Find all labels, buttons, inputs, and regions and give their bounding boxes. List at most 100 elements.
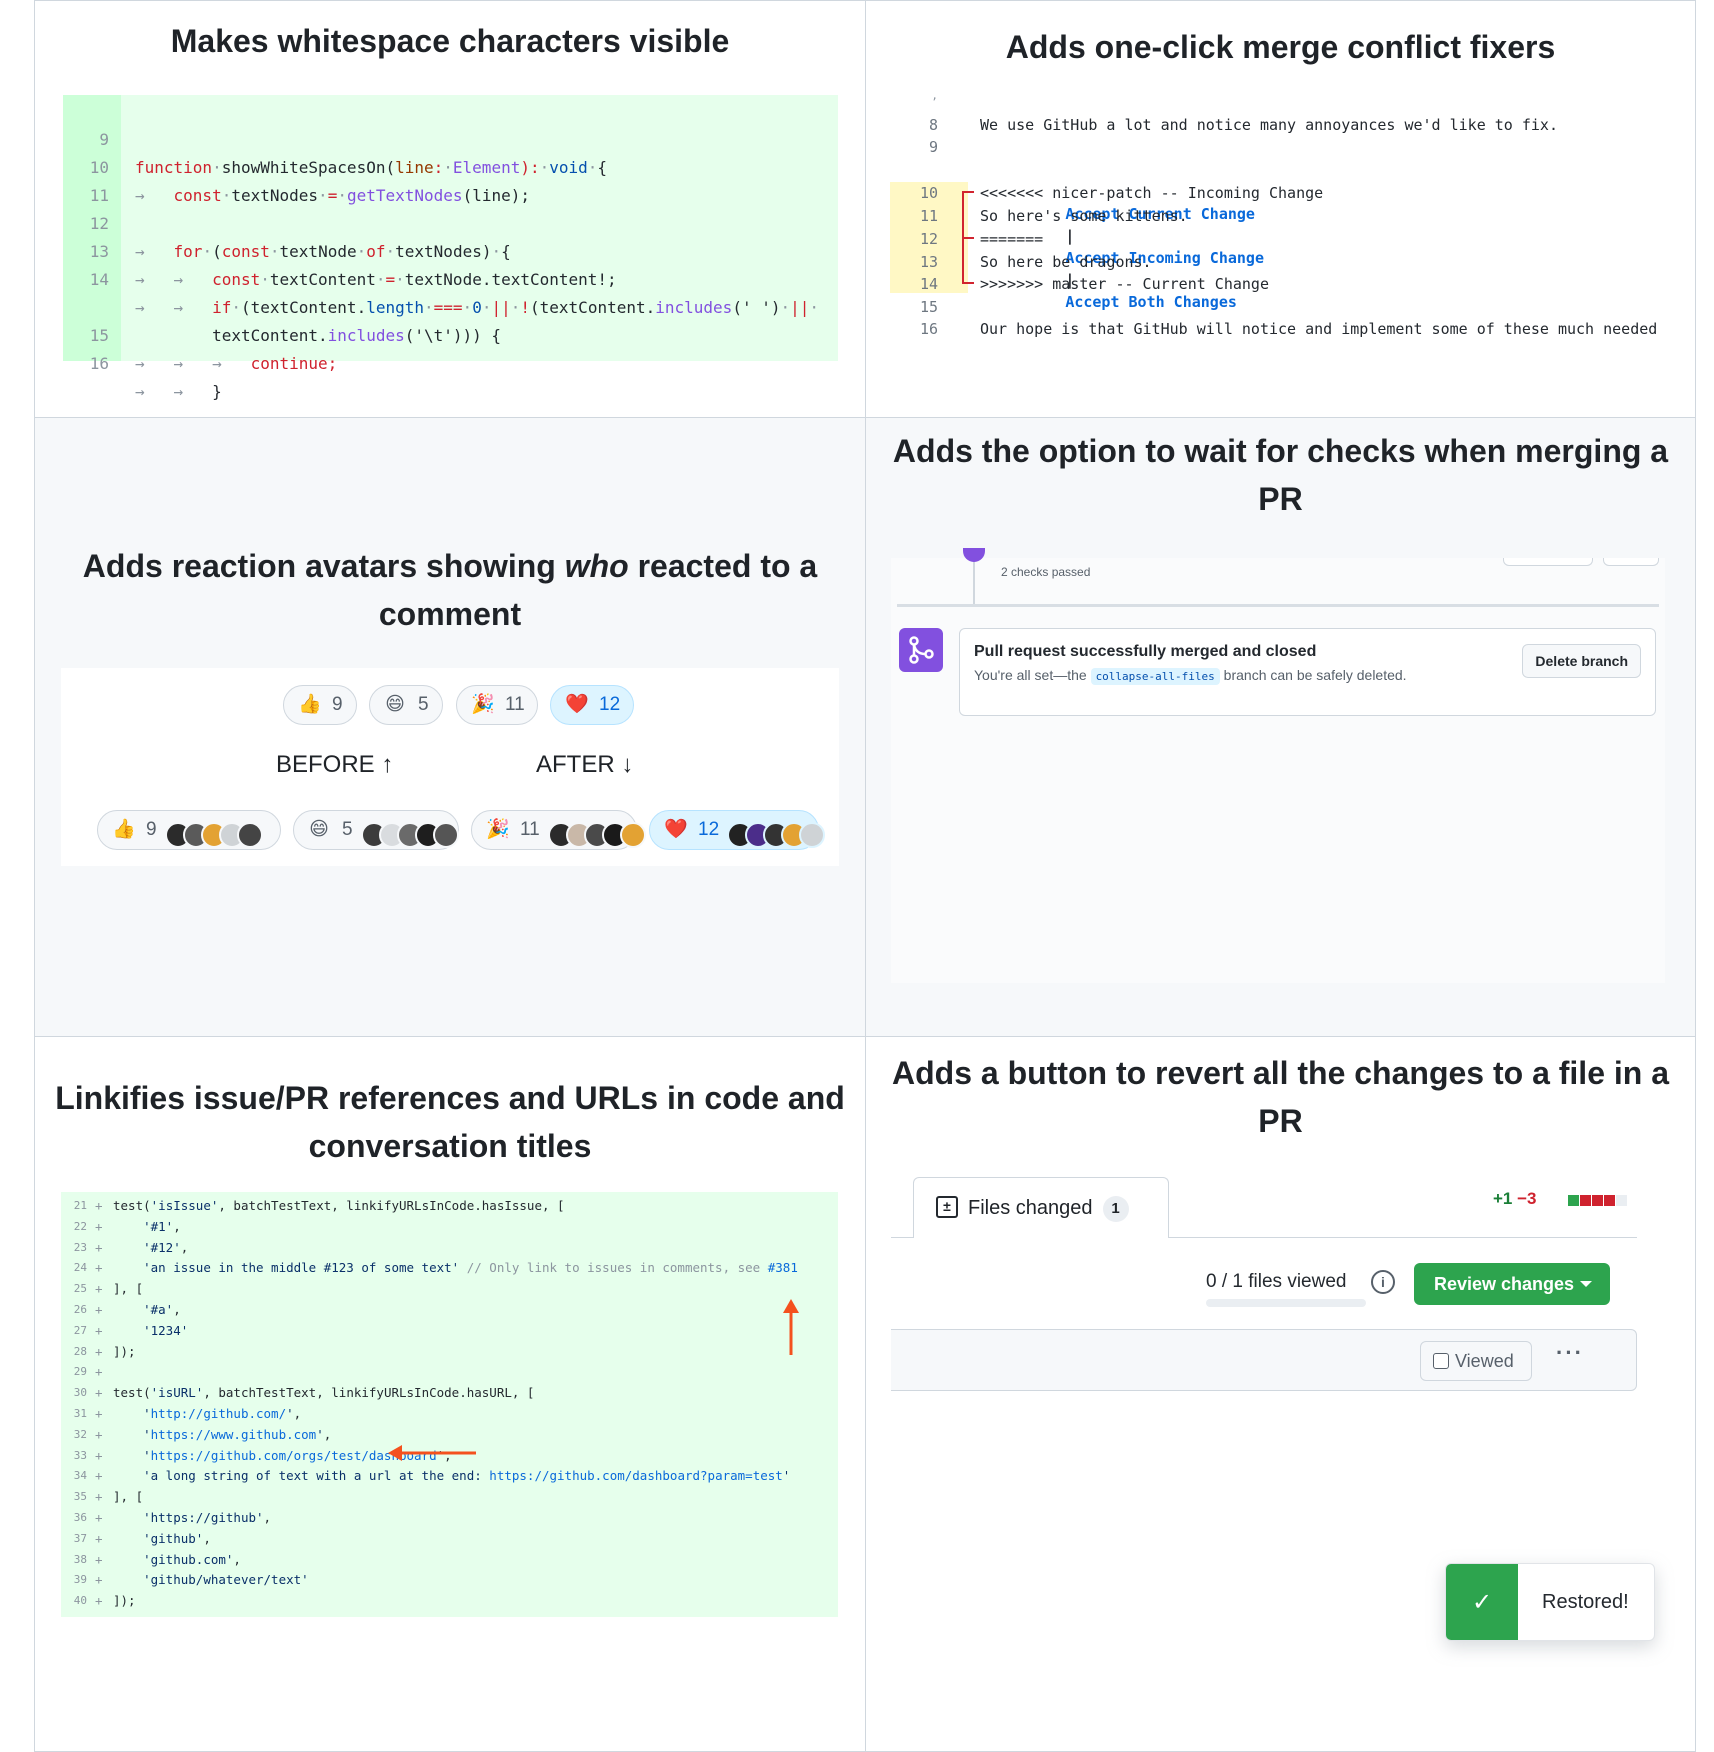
arrow-left-annotation [388, 1445, 476, 1461]
reaction-smile[interactable]: 😄 5 [369, 685, 443, 725]
reaction-smile-with-avatars[interactable]: 😄 5 [293, 810, 459, 850]
viewed-checkbox[interactable]: Viewed [1420, 1341, 1532, 1381]
code-text: '#1', [143, 1218, 181, 1234]
more-options-icon[interactable]: ··· [1556, 1340, 1584, 1366]
diff-stats: +1 −3 [1493, 1189, 1537, 1208]
code-text: ]); [113, 1593, 136, 1609]
code-text: test('isIssue', batchTestText, linkifyUR… [113, 1198, 565, 1213]
delete-branch-button[interactable]: Delete branch [1522, 644, 1641, 678]
file-diff-icon: ± [936, 1195, 958, 1218]
feature-title: Adds reaction avatars showing who reacte… [82, 548, 818, 632]
arrow-up-annotation [783, 1299, 799, 1355]
conflict-actions: Accept Current Change | Accept Incoming … [1065, 205, 1264, 311]
reactions-panel: 👍 9 😄 5 🎉 11 ❤️ 12 BEFORE ↑ AFTER ↓ 👍 9 😄 5 🎉 1… [61, 668, 839, 866]
code-text: ], [ [113, 1489, 144, 1505]
code-link[interactable]: https://github.com/dashboard?param=test [489, 1468, 783, 1483]
diff-marker: + [95, 1551, 103, 1567]
reaction-tada[interactable]: 🎉 11 [456, 685, 538, 725]
line-number: 36 [73, 1511, 87, 1524]
diff-marker: + [95, 1322, 103, 1338]
info-icon[interactable]: i [1371, 1270, 1395, 1294]
feature-linkify: Linkifies issue/PR references and URLs i… [34, 1036, 866, 1752]
code-line: 14 → → if·(textContent.length·===·0·||·!… [63, 238, 819, 317]
check-icon: ✓ [1446, 1564, 1518, 1640]
feature-title: Adds a button to revert all the changes … [891, 1055, 1669, 1139]
line-number: 23 [73, 1240, 87, 1254]
reaction-heart-with-avatars[interactable]: ❤️ 12 [649, 810, 826, 850]
tab-files-changed[interactable]: ± Files changed 1 [913, 1177, 1169, 1238]
reaction-heart[interactable]: ❤️ 12 [550, 685, 634, 725]
code-text: ], [ [113, 1281, 144, 1297]
diff-marker: + [95, 1468, 103, 1484]
line-number: 27 [73, 1323, 87, 1337]
reaction-thumbs-up[interactable]: 👍 9 [283, 685, 357, 725]
line-number: 28 [73, 1344, 87, 1358]
merge-code: , 8 We use GitHub a lot and notice many a… [866, 1, 1695, 417]
merged-description: You're all set—the collapse-all-files br… [974, 667, 1407, 685]
after-label: AFTER ↓ [536, 751, 634, 778]
files-viewed-progress [1206, 1299, 1366, 1307]
code-line: 16 → → } [63, 322, 222, 401]
diff-marker: + [95, 1218, 103, 1234]
feature-title: Adds the option to wait for checks when … [892, 433, 1669, 517]
merge-icon [899, 628, 943, 672]
code-text: 'a long string of text with a url at the… [143, 1468, 791, 1484]
code-link[interactable]: #381 [768, 1260, 798, 1275]
diff-marker: + [95, 1302, 103, 1317]
feature-title: Linkifies issue/PR references and URLs i… [55, 1080, 845, 1164]
line-number: 21 [73, 1199, 87, 1212]
line-number: 40 [73, 1594, 87, 1608]
checkbox[interactable] [1433, 1353, 1449, 1369]
line-number: 26 [73, 1303, 87, 1316]
checks-status: 2 checks passed [1001, 565, 1091, 579]
avatar-stack [164, 816, 263, 848]
code-text: ]); [113, 1343, 136, 1359]
code-text: 'github/whatever/text' [143, 1572, 309, 1588]
code-line: 9 function·showWhiteSpacesOn(line:·Eleme… [63, 98, 607, 177]
diff-marker: + [95, 1426, 103, 1442]
code-text: '#12', [143, 1239, 189, 1255]
line-number: 35 [73, 1490, 87, 1504]
line-number: 24 [73, 1261, 87, 1275]
line-number: 37 [73, 1531, 87, 1545]
code-line: 13 → → const·textContent·=·textNode.text… [63, 210, 617, 289]
code-text: 'https://www.github.com', [143, 1426, 332, 1442]
feature-title: Makes whitespace characters visible [170, 23, 730, 59]
diff-marker: + [95, 1530, 103, 1546]
code-diff: 9 function·showWhiteSpacesOn(line:·Eleme… [63, 95, 838, 401]
diff-marker: + [95, 1364, 103, 1380]
reaction-thumbs-up-with-avatars[interactable]: 👍 9 [97, 810, 281, 850]
merged-title: Pull request successfully merged and clo… [974, 643, 1317, 660]
diff-marker: + [95, 1198, 103, 1213]
line-number: 34 [73, 1469, 87, 1483]
code-link[interactable]: http://github.com/ [151, 1406, 286, 1421]
code-link[interactable]: https://www.github.com [151, 1427, 317, 1442]
files-viewed-label: 0 / 1 files viewed [1206, 1271, 1347, 1292]
code-line: 11 [63, 154, 140, 205]
accept-both-link[interactable]: Accept Both Changes [1065, 293, 1237, 311]
feature-revert: Adds a button to revert all the changes … [865, 1036, 1696, 1752]
line-number: 30 [73, 1386, 87, 1400]
diff-marker: + [95, 1447, 103, 1463]
avatar-stack [547, 816, 646, 848]
feature-reactions: Adds reaction avatars showing who reacte… [34, 417, 866, 1037]
code-line: 10 → const·textNodes·=·getTextNodes(line… [63, 126, 530, 205]
diff-marker: + [95, 1260, 103, 1276]
line-number: 39 [73, 1573, 87, 1587]
before-label: BEFORE ↑ [276, 751, 394, 778]
tab-counter: 1 [1102, 1195, 1129, 1222]
code-text: 'github.com', [143, 1551, 241, 1567]
line-number: 31 [73, 1407, 87, 1420]
diff-marker: + [95, 1406, 103, 1421]
timeline-badge [963, 548, 985, 562]
code-text: 'https://github', [143, 1510, 272, 1525]
code-text: 'github', [143, 1530, 211, 1546]
code-text: 'an issue in the middle #123 of some tex… [143, 1260, 798, 1276]
code-text: test('isURL', batchTestText, linkifyURLs… [113, 1385, 535, 1401]
review-changes-button[interactable]: Review changes [1414, 1263, 1610, 1305]
branch-name: collapse-all-files [1090, 668, 1220, 685]
diff-marker: + [95, 1572, 103, 1588]
code-text: 'http://github.com/', [143, 1406, 302, 1421]
diff-marker: + [95, 1385, 103, 1401]
reaction-tada-with-avatars[interactable]: 🎉 11 [471, 810, 646, 850]
